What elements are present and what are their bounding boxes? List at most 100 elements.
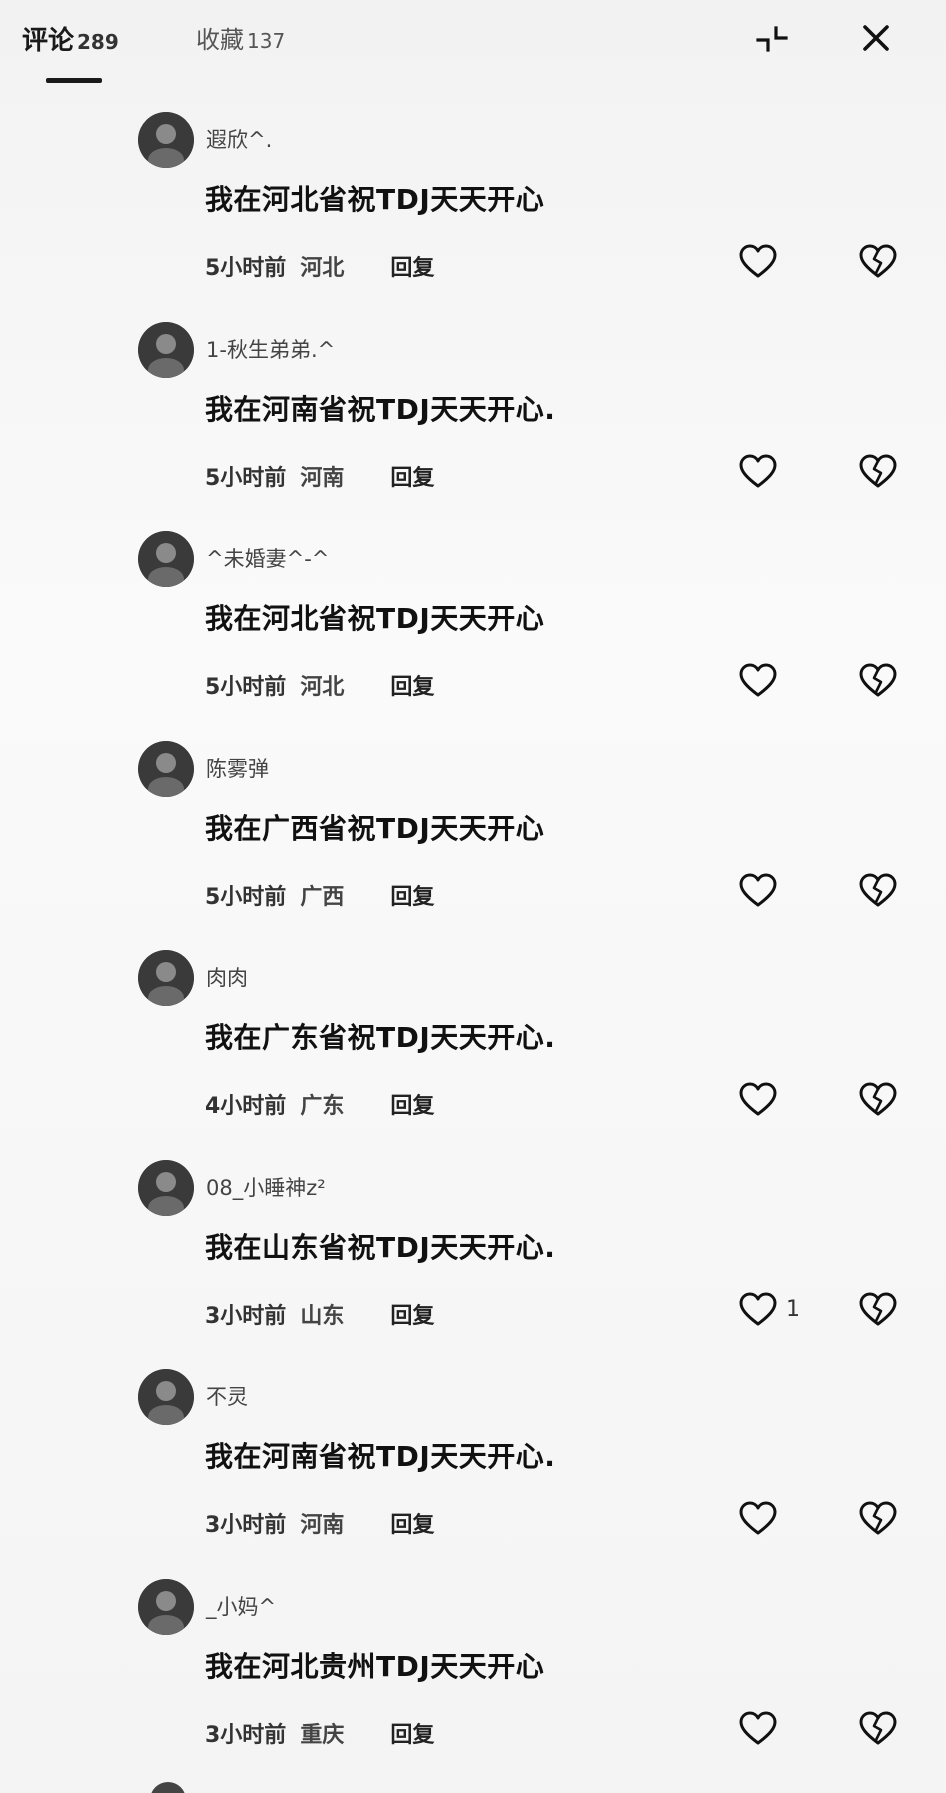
comment-meta: 3小时前 河南 回复 [205, 1507, 434, 1539]
like-count: 1 [786, 1297, 800, 1322]
reply-button[interactable]: 回复 [390, 1507, 434, 1539]
heart-outline-icon [739, 873, 777, 906]
username[interactable]: 陈雾弹 [206, 753, 269, 783]
username[interactable]: 08_小睡神z² [206, 1172, 326, 1202]
comment-time: 5小时前 [205, 675, 287, 700]
comment-item: 1-秋生弟弟.^ 我在河南省祝TDJ天天开心. 5小时前 河南 回复 [0, 310, 946, 520]
avatar[interactable] [138, 1578, 194, 1635]
dislike-button[interactable] [856, 1497, 900, 1541]
dislike-button[interactable] [856, 450, 900, 494]
active-tab-indicator [46, 78, 102, 83]
comment-text: 我在河北贵州TDJ天天开心 [205, 1649, 545, 1683]
like-button[interactable] [736, 659, 786, 703]
heart-outline-icon [739, 1082, 777, 1116]
dislike-button[interactable] [856, 240, 900, 284]
comment-region: 河南 [300, 1513, 345, 1538]
tab-comments[interactable]: 评论 289 [22, 20, 119, 57]
comments-header: 评论 289 收藏 137 [0, 0, 946, 96]
broken-heart-icon [859, 663, 897, 697]
comment-region: 河北 [300, 256, 345, 281]
like-button[interactable]: 1 [736, 1288, 800, 1332]
comment-item: 遐欣^. 我在河北省祝TDJ天天开心 5小时前 河北 回复 [0, 100, 946, 310]
like-button[interactable] [736, 450, 786, 494]
broken-heart-icon [859, 1292, 897, 1325]
tab-favorites-count: 137 [247, 29, 286, 53]
reply-button[interactable]: 回复 [390, 1088, 434, 1120]
username[interactable]: ^未婚妻^-^ [206, 543, 329, 573]
comment-time: 5小时前 [205, 256, 287, 281]
heart-outline-icon [739, 244, 777, 278]
comment-region: 河南 [300, 465, 345, 491]
comment-time: 5小时前 [205, 465, 287, 491]
comment-list: 遐欣^. 我在河北省祝TDJ天天开心 5小时前 河北 回复 1-秋生弟弟.^ 我… [0, 100, 946, 1776]
dislike-button[interactable] [856, 1288, 900, 1332]
collapse-icon [756, 26, 788, 52]
comment-item: 08_小睡神z² 我在山东省祝TDJ天天开心. 3小时前 山东 回复 1 [0, 1148, 946, 1358]
comment-item: 肉肉 我在广东省祝TDJ天天开心. 4小时前 广东 回复 [0, 938, 946, 1148]
like-button[interactable] [736, 1078, 786, 1122]
comment-item: 不灵 我在河南省祝TDJ天天开心. 3小时前 河南 回复 [0, 1357, 946, 1567]
comment-region: 广西 [300, 884, 345, 910]
avatar[interactable] [138, 740, 194, 797]
reply-button[interactable]: 回复 [390, 250, 434, 282]
comment-text: 我在河南省祝TDJ天天开心. [205, 392, 556, 426]
dislike-button[interactable] [856, 659, 900, 703]
dislike-button[interactable] [856, 1078, 900, 1122]
username[interactable]: _小妈^ [206, 1591, 276, 1621]
reply-button[interactable]: 回复 [390, 460, 434, 492]
username[interactable]: 遐欣^. [206, 124, 272, 154]
dislike-button[interactable] [856, 869, 900, 913]
comment-meta: 5小时前 广西 回复 [205, 879, 434, 911]
comment-text: 我在广西省祝TDJ天天开心 [205, 811, 545, 845]
reply-button[interactable]: 回复 [390, 1717, 434, 1749]
broken-heart-icon [859, 1711, 897, 1744]
heart-outline-icon [739, 1501, 777, 1535]
username[interactable]: 肉肉 [206, 962, 248, 992]
close-button[interactable] [854, 16, 898, 60]
comment-item: 陈雾弹 我在广西省祝TDJ天天开心 5小时前 广西 回复 [0, 729, 946, 939]
comment-region: 重庆 [300, 1722, 345, 1748]
reply-button[interactable]: 回复 [390, 879, 434, 911]
like-button[interactable] [736, 240, 786, 284]
comment-time: 3小时前 [205, 1722, 287, 1748]
comment-time: 5小时前 [205, 884, 287, 910]
dislike-button[interactable] [856, 1707, 900, 1751]
comment-time: 4小时前 [205, 1094, 287, 1119]
comment-meta: 5小时前 河南 回复 [205, 460, 434, 492]
like-button[interactable] [736, 1707, 786, 1751]
broken-heart-icon [859, 454, 897, 487]
comment-item: _小妈^ 我在河北贵州TDJ天天开心 3小时前 重庆 回复 [0, 1567, 946, 1777]
comment-meta: 5小时前 河北 回复 [205, 669, 434, 701]
comment-time: 3小时前 [205, 1513, 287, 1538]
like-button[interactable] [736, 1497, 786, 1541]
broken-heart-icon [859, 873, 897, 906]
username[interactable]: 1-秋生弟弟.^ [206, 334, 335, 364]
comment-meta: 4小时前 广东 回复 [205, 1088, 434, 1120]
avatar[interactable] [138, 1369, 194, 1425]
avatar[interactable] [150, 1782, 186, 1793]
avatar[interactable] [138, 950, 194, 1006]
broken-heart-icon [859, 244, 897, 278]
reply-button[interactable]: 回复 [390, 669, 434, 701]
heart-outline-icon [739, 454, 777, 487]
avatar[interactable] [138, 1159, 194, 1216]
avatar[interactable] [138, 321, 194, 378]
broken-heart-icon [859, 1082, 897, 1116]
comment-text: 我在山东省祝TDJ天天开心. [205, 1230, 556, 1264]
like-button[interactable] [736, 869, 786, 913]
comment-meta: 3小时前 山东 回复 [205, 1298, 434, 1330]
comment-text: 我在广东省祝TDJ天天开心. [205, 1021, 556, 1054]
heart-outline-icon [739, 1292, 777, 1325]
username[interactable]: 不灵 [206, 1381, 248, 1411]
comment-meta: 3小时前 重庆 回复 [205, 1717, 434, 1749]
reply-button[interactable]: 回复 [390, 1298, 434, 1330]
tab-favorites[interactable]: 收藏 137 [196, 20, 285, 55]
comment-text: 我在河南省祝TDJ天天开心. [205, 1440, 556, 1473]
comment-time: 3小时前 [205, 1303, 287, 1329]
avatar[interactable] [138, 531, 194, 587]
tab-favorites-label: 收藏 [196, 26, 244, 54]
comments-panel: 评论 289 收藏 137 遐欣^. 我在河北省祝TDJ天天开心 5小时前 河北… [0, 0, 946, 1793]
collapse-button[interactable] [750, 18, 794, 62]
comment-region: 广东 [300, 1094, 345, 1119]
avatar[interactable] [138, 112, 194, 168]
